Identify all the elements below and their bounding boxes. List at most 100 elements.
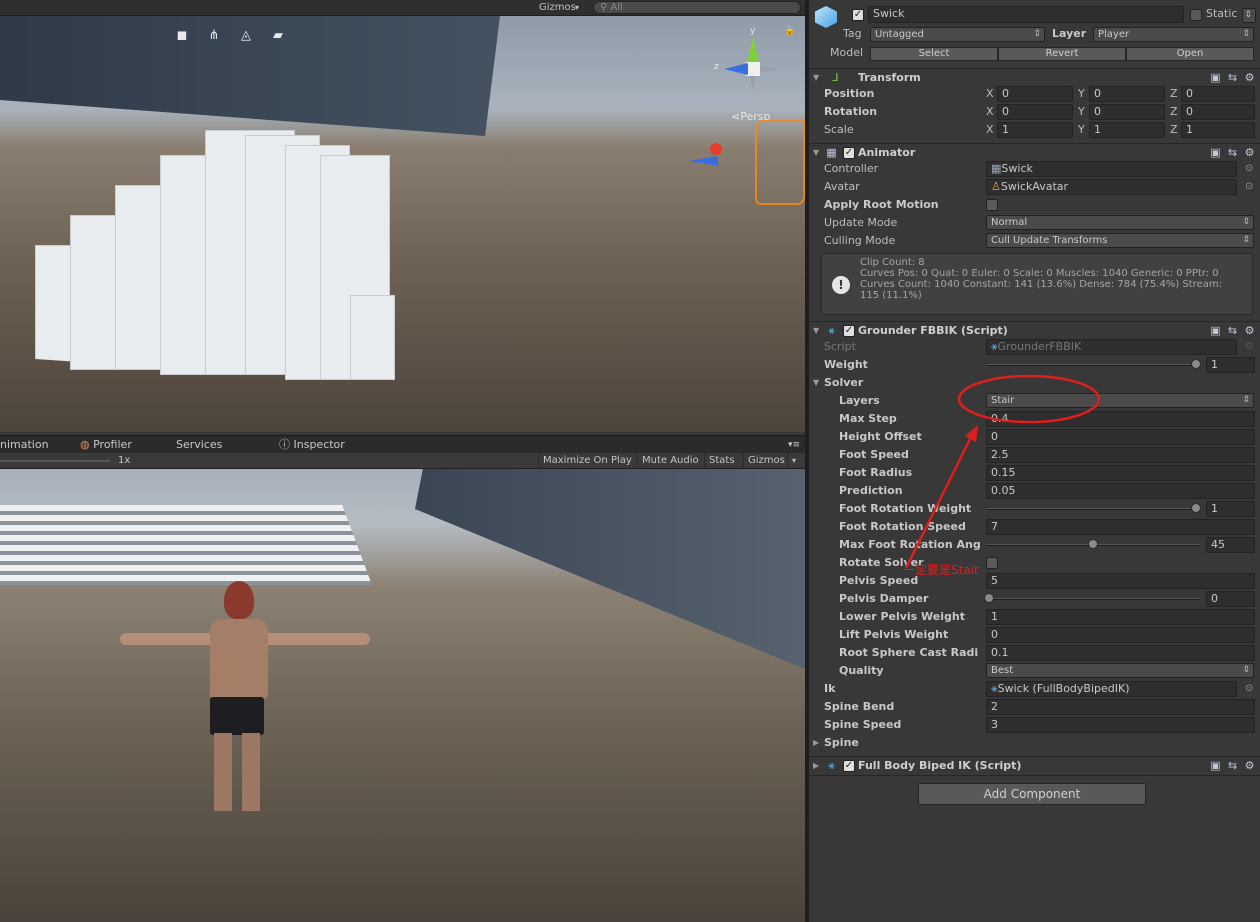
gear-icon[interactable]: ⚙	[1243, 146, 1256, 159]
fbbik-header[interactable]: ▶ ⚹ ✓ Full Body Biped IK (Script) ▣ ⇆ ⚙	[809, 756, 1260, 774]
orientation-gizmo[interactable]: y z 🔒	[710, 26, 800, 116]
foot-speed-field[interactable]: 2.5	[986, 447, 1255, 463]
pelvis-damper-knob[interactable]	[984, 593, 994, 603]
rotate-solver-checkbox[interactable]	[986, 557, 998, 569]
height-offset-field[interactable]: 0	[986, 429, 1255, 445]
gear-icon[interactable]: ⚙	[1243, 324, 1256, 337]
preset-icon[interactable]: ⇆	[1226, 71, 1239, 84]
lift-pelvis-weight-field[interactable]: 0	[986, 627, 1255, 643]
pelvis-speed-field[interactable]: 5	[986, 573, 1255, 589]
tab-inspector[interactable]: ⓘ Inspector	[279, 436, 345, 454]
tab-profiler[interactable]: ◍ Profiler	[80, 436, 132, 454]
static-dropdown[interactable]	[1242, 8, 1256, 23]
rotation-z-field[interactable]: 0	[1181, 104, 1255, 120]
scale-y-field[interactable]: 1	[1089, 122, 1165, 138]
foot-rotation-weight-field[interactable]: 1	[1206, 501, 1255, 517]
object-picker-icon[interactable]: ⊙	[1245, 163, 1253, 174]
bone-icon[interactable]: ⋔	[206, 28, 222, 44]
model-revert-button[interactable]: Revert	[998, 47, 1126, 61]
info-icon: !	[832, 276, 850, 294]
max-step-field[interactable]: 0.4	[986, 411, 1255, 427]
weight-slider-knob[interactable]	[1191, 359, 1201, 369]
chevron-down-icon[interactable]: ▾	[787, 453, 800, 469]
help-book-icon[interactable]: ▣	[1209, 759, 1222, 772]
spine-speed-field[interactable]: 3	[986, 717, 1255, 733]
transform-header[interactable]: ▼ ⅃ Transform ▣ ⇆ ⚙	[809, 68, 1260, 86]
scale-x-field[interactable]: 1	[997, 122, 1073, 138]
culling-mode-dropdown[interactable]: Cull Update Transforms	[986, 233, 1254, 248]
preset-icon[interactable]: ⇆	[1226, 146, 1239, 159]
grounder-enabled-checkbox[interactable]: ✓	[843, 325, 855, 337]
animator-header[interactable]: ▼ ▦ ✓ Animator ▣ ⇆ ⚙	[809, 143, 1260, 161]
position-x-field[interactable]: 0	[997, 86, 1073, 102]
object-name-field[interactable]: Swick	[868, 6, 1184, 23]
rotation-x-field[interactable]: 0	[997, 104, 1073, 120]
move-handle-z[interactable]	[688, 156, 718, 166]
stats-button[interactable]: Stats	[704, 453, 739, 469]
root-sphere-cast-field[interactable]: 0.1	[986, 645, 1255, 661]
preset-icon[interactable]: ⇆	[1226, 324, 1239, 337]
gear-icon[interactable]: ⚙	[1243, 759, 1256, 772]
model-select-button[interactable]: Select	[870, 47, 998, 61]
selected-character[interactable]	[755, 120, 805, 205]
scene-view[interactable]: Gizmos ▾ ⚲ All ◼ ⋔ ◬ ▰ y z 🔒 ⋖Persp	[0, 0, 805, 432]
panel-menu-icon[interactable]: ▾≡	[788, 436, 800, 454]
position-y-field[interactable]: 0	[1089, 86, 1165, 102]
quality-dropdown[interactable]: Best	[986, 663, 1254, 678]
lower-pelvis-weight-field[interactable]: 1	[986, 609, 1255, 625]
tag-dropdown[interactable]: Untagged	[870, 27, 1045, 42]
max-foot-rotation-knob[interactable]	[1088, 539, 1098, 549]
triangle-icon[interactable]: ◬	[238, 28, 254, 44]
avatar-field[interactable]: ♙SwickAvatar	[986, 179, 1237, 195]
foot-rotation-weight-knob[interactable]	[1191, 503, 1201, 513]
gear-icon[interactable]: ⚙	[1243, 71, 1256, 84]
grounder-header[interactable]: ▼ ⚹ ✓ Grounder FBBIK (Script) ▣ ⇆ ⚙	[809, 321, 1260, 339]
help-book-icon[interactable]: ▣	[1209, 71, 1222, 84]
object-picker-icon[interactable]: ⊙	[1245, 181, 1253, 192]
mute-audio-button[interactable]: Mute Audio	[637, 453, 703, 469]
object-picker-icon[interactable]: ⊙	[1245, 683, 1253, 694]
scene-search-input[interactable]: ⚲ All	[593, 1, 801, 14]
prediction-field[interactable]: 0.05	[986, 483, 1255, 499]
help-book-icon[interactable]: ▣	[1209, 146, 1222, 159]
weight-slider[interactable]	[986, 364, 1201, 366]
weight-field[interactable]: 1	[1206, 357, 1255, 373]
help-book-icon[interactable]: ▣	[1209, 324, 1222, 337]
static-checkbox[interactable]	[1190, 9, 1202, 21]
ik-field[interactable]: ⚹Swick (FullBodyBipedIK)	[986, 681, 1237, 697]
spine-bend-field[interactable]: 2	[986, 699, 1255, 715]
foot-rotation-weight-slider[interactable]	[986, 508, 1201, 510]
model-open-button[interactable]: Open	[1126, 47, 1254, 61]
move-handle-x[interactable]	[710, 143, 722, 155]
lock-icon[interactable]: 🔒	[784, 26, 795, 36]
tab-animation[interactable]: nimation	[0, 436, 49, 454]
rotation-y-field[interactable]: 0	[1089, 104, 1165, 120]
pelvis-damper-field[interactable]: 0	[1206, 591, 1255, 607]
spine-foldout[interactable]: ▶ Spine	[809, 734, 1260, 752]
preset-icon[interactable]: ⇆	[1226, 759, 1239, 772]
controller-field[interactable]: ▦Swick	[986, 161, 1237, 177]
layers-dropdown[interactable]: Stair	[986, 393, 1254, 408]
chevron-down-icon[interactable]: ▾	[572, 1, 582, 15]
plane-icon[interactable]: ▰	[270, 28, 286, 44]
pelvis-damper-slider[interactable]	[986, 598, 1201, 600]
tab-services[interactable]: Services	[176, 436, 222, 454]
position-z-field[interactable]: 0	[1181, 86, 1255, 102]
max-foot-rotation-field[interactable]: 45	[1206, 537, 1255, 553]
game-gizmos-button[interactable]: Gizmos	[743, 453, 789, 469]
add-component-button[interactable]: Add Component	[918, 783, 1146, 805]
animator-enabled-checkbox[interactable]: ✓	[843, 147, 855, 159]
apply-root-motion-checkbox[interactable]	[986, 199, 998, 211]
maximize-on-play-button[interactable]: Maximize On Play	[538, 453, 636, 469]
cube-icon[interactable]: ◼	[174, 28, 190, 44]
active-checkbox[interactable]: ✓	[852, 9, 864, 21]
foot-rotation-speed-field[interactable]: 7	[986, 519, 1255, 535]
scale-z-field[interactable]: 1	[1181, 122, 1255, 138]
game-view[interactable]	[0, 469, 805, 922]
fbbik-enabled-checkbox[interactable]: ✓	[843, 760, 855, 772]
scale-slider[interactable]	[0, 460, 110, 462]
layer-dropdown[interactable]: Player	[1093, 27, 1254, 42]
solver-foldout[interactable]: ▼ Solver	[809, 374, 1260, 392]
update-mode-dropdown[interactable]: Normal	[986, 215, 1254, 230]
foot-radius-field[interactable]: 0.15	[986, 465, 1255, 481]
